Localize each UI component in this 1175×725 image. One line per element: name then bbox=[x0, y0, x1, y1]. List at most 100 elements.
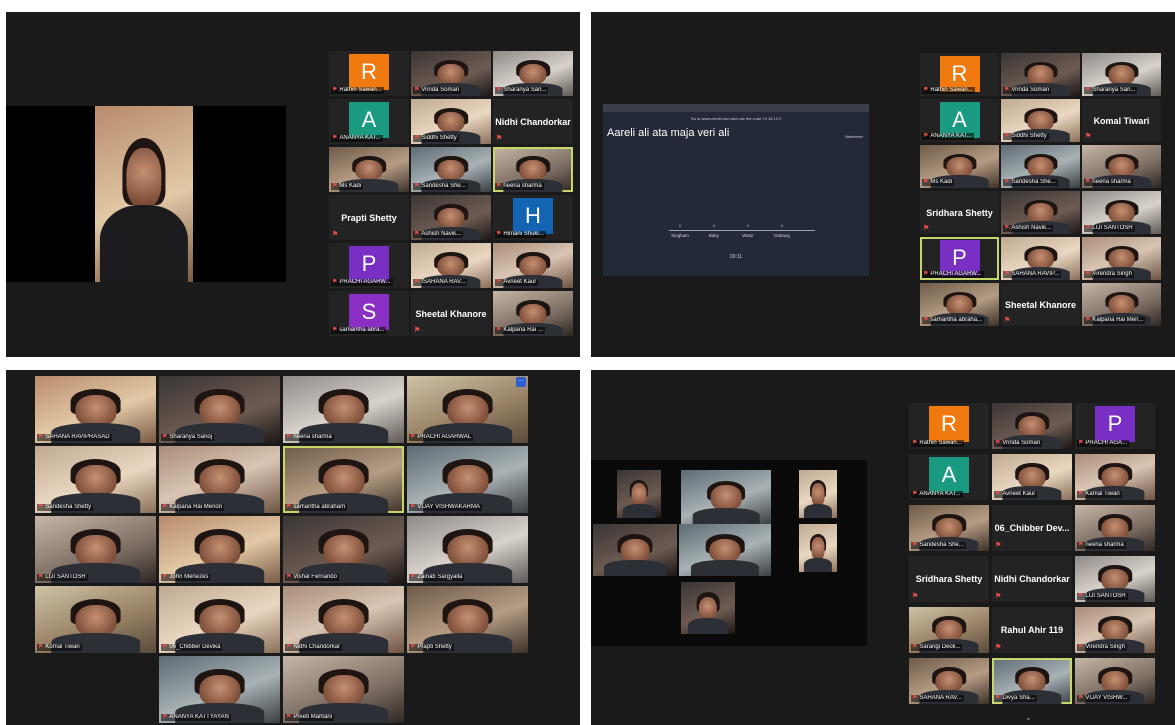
participant-tile[interactable]: ⚑ Sharanya San... bbox=[493, 51, 573, 96]
participant-tile[interactable]: ⚑ 06_Chibber Devika bbox=[159, 586, 280, 653]
participant-tile[interactable]: ⚑ Ms Kadi bbox=[920, 145, 999, 188]
poll-value: 0 bbox=[781, 224, 783, 228]
participant-tile[interactable]: R ⚑ Rathin Sawan... bbox=[909, 403, 989, 449]
mic-muted-icon: ⚑ bbox=[496, 231, 502, 237]
share-toolbar[interactable] bbox=[603, 104, 869, 112]
participant-tile[interactable]: ⚑ Kalpana Rai ... bbox=[493, 291, 573, 336]
participant-tile[interactable]: ⚑ neena sharma bbox=[493, 147, 573, 192]
group-video-tile[interactable] bbox=[799, 470, 837, 518]
participant-tile[interactable]: ⚑ Siddhi Shetty bbox=[1001, 99, 1080, 142]
participant-tile[interactable]: ⚑ Vrinda Soman bbox=[1001, 53, 1080, 96]
participant-tile[interactable]: ⚑ Sandesha She... bbox=[909, 505, 989, 551]
participant-tile[interactable]: A ⚑ ANANYA KAT... bbox=[909, 454, 989, 500]
mic-muted-icon: ⚑ bbox=[38, 504, 44, 510]
participant-tile[interactable]: ⚑ SAHANA RAVIPRASAD bbox=[35, 376, 156, 443]
group-video-tile[interactable] bbox=[681, 470, 771, 524]
group-video-tile[interactable] bbox=[681, 582, 735, 634]
participant-name: Sandesha Shetty bbox=[45, 504, 92, 510]
participant-tile[interactable]: ⚑ Preeti Mahtani bbox=[283, 656, 404, 723]
participant-tile[interactable]: S ⚑ samantha abra... bbox=[329, 291, 409, 336]
participant-tile[interactable]: ⚑ Vrinda Soman bbox=[992, 403, 1072, 449]
poll-option: Dabang bbox=[774, 233, 790, 238]
participant-tile[interactable]: ⚑ Nidhi Chandorkar bbox=[283, 586, 404, 653]
participant-tile[interactable]: ⚑ Sandesha Shetty bbox=[35, 446, 156, 513]
participant-tile[interactable]: ⚑ Sharanya Sanoj bbox=[159, 376, 280, 443]
participant-tile[interactable]: ⚑ samantha abraha... bbox=[920, 283, 999, 326]
video-face bbox=[1027, 111, 1054, 131]
group-video-tile[interactable] bbox=[679, 524, 771, 576]
participant-tile[interactable]: ⚑ ISAHANA RAV... bbox=[411, 243, 491, 288]
video-face bbox=[1101, 619, 1129, 642]
participant-tile[interactable]: ⚑ Sandesha She... bbox=[411, 147, 491, 192]
participant-tile[interactable]: ⚑ PRACHI AGARWAL bbox=[407, 376, 528, 443]
participant-tile[interactable]: Nidhi Chandorkar ⚑ bbox=[992, 556, 1072, 602]
participant-tile[interactable]: ⚑ Prapti Shetty bbox=[407, 586, 528, 653]
participant-tile[interactable]: ⚑ SAHANA RAV... bbox=[909, 658, 989, 704]
participant-tile[interactable]: ⚑ Avneet Kaur bbox=[992, 454, 1072, 500]
participant-name: Virendra Singh bbox=[1085, 644, 1125, 650]
gallery-options-button[interactable]: ··· bbox=[516, 377, 526, 387]
participant-tile[interactable]: ⚑ Kalpana Rai Men... bbox=[1082, 283, 1161, 326]
chevron-down-icon[interactable]: ⌄ bbox=[1025, 713, 1032, 722]
participant-tile[interactable]: ⚑ samantha abraham bbox=[283, 446, 404, 513]
participant-tile[interactable]: ⚑ Zainab Sargyalla bbox=[407, 516, 528, 583]
participant-tile[interactable]: ⚑ neena sharma bbox=[283, 376, 404, 443]
participant-tile[interactable]: ⚑ VIJAY VISHWAKARMA bbox=[407, 446, 528, 513]
participant-tile[interactable]: ⚑ Avneet Kaur bbox=[493, 243, 573, 288]
participant-tile[interactable]: 06_Chibber Dev... ⚑ bbox=[992, 505, 1072, 551]
participant-tile[interactable]: R ⚑ Rathin Sawan... bbox=[920, 53, 999, 96]
participant-tile[interactable]: ⚑ Virendra Singh bbox=[1075, 607, 1155, 653]
participant-tile[interactable]: ⚑ Ashish Navik... bbox=[1001, 191, 1080, 234]
participant-tile[interactable]: Sheetal Khanore ⚑ bbox=[1001, 283, 1080, 326]
participant-tile[interactable]: ⚑ neena sharma bbox=[1075, 505, 1155, 551]
participant-tile[interactable]: Rahul Ahir 119 ⚑ bbox=[992, 607, 1072, 653]
participant-tile[interactable]: P ⚑ PRACHI AGA... bbox=[1075, 403, 1155, 449]
mic-muted-icon: ⚑ bbox=[410, 644, 416, 650]
participant-tile[interactable]: ⚑ LIJI SANTOSH bbox=[1075, 556, 1155, 602]
participant-tile[interactable]: ⚑ neena sharma bbox=[1082, 145, 1161, 188]
participant-tile[interactable]: ⚑ John Menezes bbox=[159, 516, 280, 583]
participant-tile[interactable]: ⚑ Sandesha She... bbox=[1001, 145, 1080, 188]
participant-tile[interactable]: Sridhara Shetty ⚑ bbox=[909, 556, 989, 602]
participant-tile[interactable]: Sridhara Shetty ⚑ bbox=[920, 191, 999, 234]
group-video-tile[interactable] bbox=[593, 524, 677, 576]
participant-tile[interactable]: R ⚑ Rathin Sawan... bbox=[329, 51, 409, 96]
participant-tile[interactable]: ⚑ Ms Kadi bbox=[329, 147, 409, 192]
participant-tile[interactable]: ⚑ LIJI SANTOSH bbox=[1082, 191, 1161, 234]
group-video-tile[interactable] bbox=[799, 524, 837, 572]
participant-tile[interactable]: ⚑ Komal Tiwari bbox=[35, 586, 156, 653]
mic-muted-icon: ⚑ bbox=[38, 574, 44, 580]
participant-tile[interactable]: H ⚑ Himani Shukl... bbox=[493, 195, 573, 240]
participant-tile[interactable]: ⚑ Sharanya San... bbox=[1082, 53, 1161, 96]
group-video-tile[interactable] bbox=[617, 470, 661, 518]
participant-tile[interactable]: ⚑ Kamal Tiwari bbox=[1075, 454, 1155, 500]
participant-name: Sharanya Sanoj bbox=[169, 434, 213, 440]
participant-name: neena sharma bbox=[293, 434, 332, 440]
participant-tile[interactable]: ⚑ Ashish Navik... bbox=[411, 195, 491, 240]
participant-tile[interactable]: ⚑ Vrinda Soman bbox=[411, 51, 491, 96]
participant-tile[interactable]: ⚑ ANANYA KATTYAYAN bbox=[159, 656, 280, 723]
participant-name-label: ⚑ Ashish Navik... bbox=[1003, 225, 1054, 232]
participant-tile[interactable]: ⚑ VIJAY VISHW... bbox=[1075, 658, 1155, 704]
participant-tile[interactable]: ⚑ LIJI SANTOSH bbox=[35, 516, 156, 583]
participant-tile[interactable]: Nidhi Chandorkar ⚑ bbox=[493, 99, 573, 144]
participant-tile[interactable]: ⚑ Sarangi Deoli... bbox=[909, 607, 989, 653]
participant-name: Zainab Sargyalla bbox=[417, 574, 463, 580]
participant-name: PRACHI AGARW... bbox=[930, 271, 982, 277]
participant-tile[interactable]: A ⚑ ANANYA KAT... bbox=[920, 99, 999, 142]
participant-name-label: ⚑ Ms Kadi bbox=[331, 183, 364, 190]
participant-name-label: ⚑ Kalpana Rai Menon bbox=[161, 504, 225, 511]
participant-tile[interactable]: Prapti Shetty ⚑ bbox=[329, 195, 409, 240]
participant-tile[interactable]: Sheetal Khanore ⚑ bbox=[411, 291, 491, 336]
participant-tile[interactable]: ⚑ Virendra Singh bbox=[1082, 237, 1161, 280]
participant-tile[interactable]: ⚑ SAHANA RAVIP... bbox=[1001, 237, 1080, 280]
participant-tile[interactable]: ⚑ Kalpana Rai Menon bbox=[159, 446, 280, 513]
participant-tile[interactable]: Komal Tiwari ⚑ bbox=[1082, 99, 1161, 142]
participant-tile[interactable]: P ⚑ PRACHI AGARW... bbox=[329, 243, 409, 288]
participant-tile[interactable]: A ⚑ ANANYA KAT... bbox=[329, 99, 409, 144]
participant-tile[interactable]: ⚑ Divya Sha... bbox=[992, 658, 1072, 704]
participant-tile[interactable]: P ⚑ PRACHI AGARW... bbox=[920, 237, 999, 280]
participant-tile[interactable]: ⚑ Vishal Fernando bbox=[283, 516, 404, 583]
participant-tile[interactable]: ⚑ Siddhi Shetty bbox=[411, 99, 491, 144]
participant-name-label: ⚑ Siddhi Shetty bbox=[1003, 133, 1049, 140]
